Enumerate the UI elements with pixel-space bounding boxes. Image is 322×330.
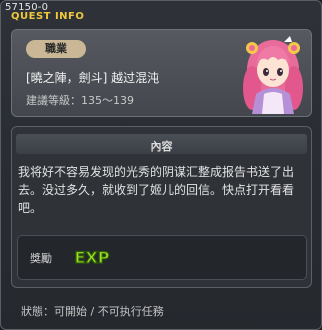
reward-box: 獎勵 EXP: [17, 235, 307, 280]
npc-portrait-icon: [243, 36, 303, 114]
content-title: 內容: [150, 140, 173, 153]
quest-level: 建議等級：135～139: [26, 94, 134, 107]
quest-status: 狀態：可開始 / 不可执行任務: [21, 305, 164, 318]
quest-description: 我将好不容易发现的光秀的阴谋汇整成报告书送了出去。没过多久，就收到了姬儿的回信。…: [18, 165, 295, 215]
category-badge: 職業: [26, 40, 86, 58]
window-title: QUEST INFO: [11, 11, 85, 22]
reward-label: 獎勵: [30, 252, 52, 265]
exp-icon: EXP: [74, 247, 110, 267]
quest-name: [曉之陣，劍斗] 越过混沌: [26, 71, 160, 85]
content-header-bar: 內容: [16, 134, 307, 154]
quest-info-window: 57150-0 QUEST INFO 職業 [曉之陣，劍斗] 越过混沌 建議等級…: [0, 0, 322, 330]
quest-summary-panel: 職業 [曉之陣，劍斗] 越过混沌 建議等級：135～139: [11, 29, 312, 117]
exp-text: EXP: [75, 248, 110, 267]
quest-content-panel: 內容 我将好不容易发现的光秀的阴谋汇整成报告书送了出去。没过多久，就收到了姬儿的…: [11, 126, 312, 288]
